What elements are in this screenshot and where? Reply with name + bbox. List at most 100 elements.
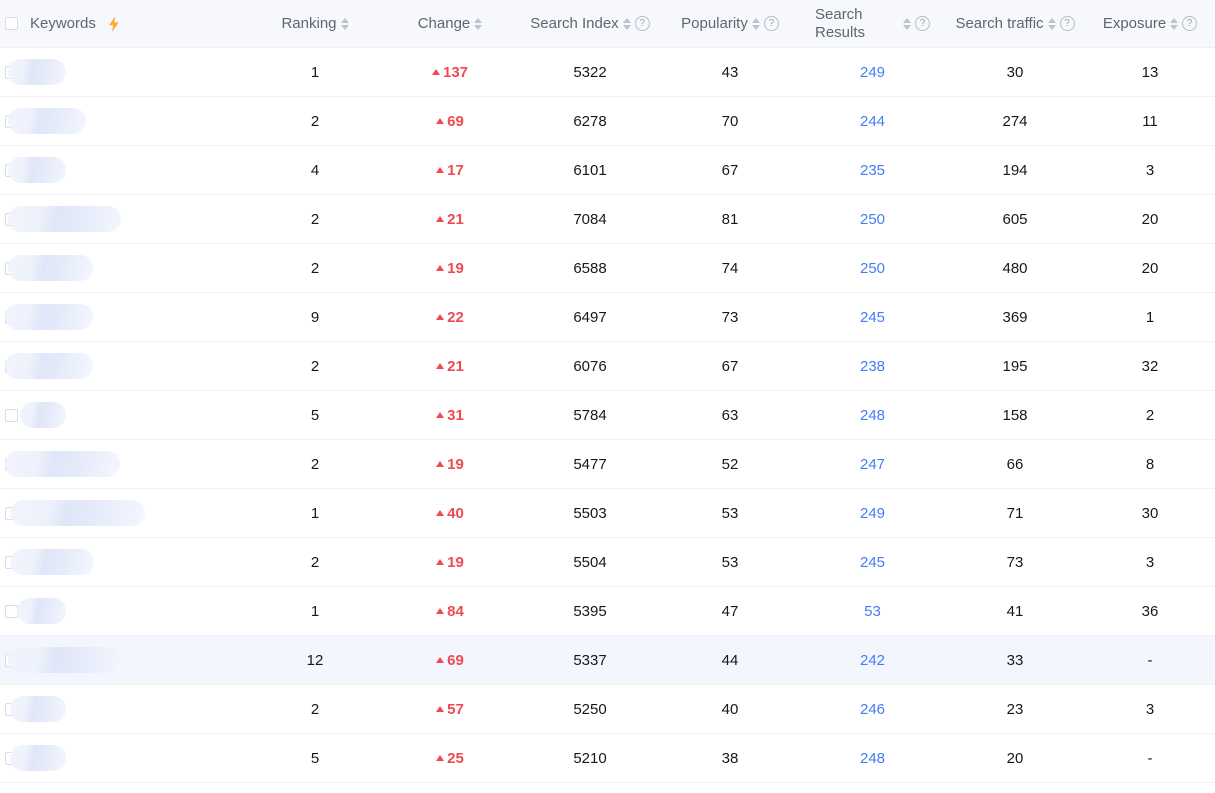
change-cell: 69: [380, 636, 520, 684]
search-results-link[interactable]: 238: [860, 358, 885, 375]
redacted-keyword[interactable]: [5, 353, 93, 379]
redacted-keyword[interactable]: [10, 500, 145, 526]
search-results-link[interactable]: 245: [860, 309, 885, 326]
sort-icon[interactable]: [903, 18, 911, 30]
search-results-cell: 249: [800, 48, 945, 96]
search-results-link[interactable]: 248: [860, 407, 885, 424]
change-cell: 25: [380, 734, 520, 782]
help-icon[interactable]: ?: [635, 16, 650, 31]
search-results-link[interactable]: 242: [860, 652, 885, 669]
search-results-link[interactable]: 250: [860, 211, 885, 228]
keyword-cell: [0, 244, 250, 292]
redacted-keyword[interactable]: [10, 745, 66, 771]
search-index-cell: 6278: [520, 97, 660, 145]
up-arrow-icon: [436, 412, 444, 418]
up-arrow-icon: [436, 216, 444, 222]
search-traffic-cell: 73: [945, 538, 1085, 586]
exposure-cell: 3: [1085, 146, 1215, 194]
column-header-exposure[interactable]: Exposure ?: [1085, 0, 1215, 47]
change-cell: 21: [380, 342, 520, 390]
search-results-link[interactable]: 53: [864, 603, 881, 620]
help-icon[interactable]: ?: [764, 16, 779, 31]
column-label-search-results: Search Results: [815, 6, 877, 41]
table-row: 2 21 6076 67 238 195 32: [0, 342, 1215, 391]
popularity-cell: 52: [660, 440, 800, 488]
ranking-cell: 1: [250, 489, 380, 537]
keyword-cell: [0, 146, 250, 194]
keyword-cell: [0, 195, 250, 243]
search-results-cell: 248: [800, 734, 945, 782]
popularity-cell: 74: [660, 244, 800, 292]
column-header-search-traffic[interactable]: Search traffic ?: [945, 0, 1085, 47]
row-checkbox[interactable]: [5, 409, 18, 422]
search-results-link[interactable]: 235: [860, 162, 885, 179]
lightning-icon[interactable]: [108, 16, 120, 32]
table-header: Keywords Ranking Change Search Index ? P…: [0, 0, 1215, 48]
redacted-keyword[interactable]: [20, 402, 66, 428]
keyword-cell: [0, 538, 250, 586]
column-header-ranking[interactable]: Ranking: [250, 0, 380, 47]
sort-icon[interactable]: [474, 18, 482, 30]
redacted-keyword[interactable]: [10, 696, 66, 722]
help-icon[interactable]: ?: [915, 16, 930, 31]
exposure-cell: 1: [1085, 293, 1215, 341]
search-traffic-cell: 23: [945, 685, 1085, 733]
ranking-cell: 5: [250, 391, 380, 439]
redacted-keyword[interactable]: [5, 451, 120, 477]
search-results-link[interactable]: 249: [860, 64, 885, 81]
select-all-checkbox[interactable]: [5, 17, 18, 30]
sort-icon[interactable]: [1170, 18, 1178, 30]
up-arrow-icon: [436, 314, 444, 320]
redacted-keyword[interactable]: [10, 549, 94, 575]
search-results-link[interactable]: 249: [860, 505, 885, 522]
column-label-exposure: Exposure: [1103, 15, 1166, 32]
search-traffic-cell: 369: [945, 293, 1085, 341]
popularity-cell: 67: [660, 146, 800, 194]
ranking-cell: 2: [250, 97, 380, 145]
table-row: 1 137 5322 43 249 30 13: [0, 48, 1215, 97]
search-results-cell: 248: [800, 391, 945, 439]
change-cell: 19: [380, 244, 520, 292]
search-results-link[interactable]: 250: [860, 260, 885, 277]
search-results-link[interactable]: 246: [860, 701, 885, 718]
up-arrow-icon: [436, 363, 444, 369]
popularity-cell: 70: [660, 97, 800, 145]
exposure-cell: 11: [1085, 97, 1215, 145]
sort-icon[interactable]: [752, 18, 760, 30]
redacted-keyword[interactable]: [8, 647, 120, 673]
exposure-cell: -: [1085, 636, 1215, 684]
search-traffic-cell: 274: [945, 97, 1085, 145]
redacted-keyword[interactable]: [8, 206, 121, 232]
up-arrow-icon: [432, 69, 440, 75]
search-results-link[interactable]: 245: [860, 554, 885, 571]
redacted-keyword[interactable]: [8, 108, 86, 134]
help-icon[interactable]: ?: [1060, 16, 1075, 31]
up-arrow-icon: [436, 706, 444, 712]
exposure-cell: 3: [1085, 538, 1215, 586]
ranking-cell: 1: [250, 587, 380, 635]
search-results-link[interactable]: 244: [860, 113, 885, 130]
ranking-cell: 2: [250, 538, 380, 586]
search-results-link[interactable]: 248: [860, 750, 885, 767]
table-row: 2 69 6278 70 244 274 11: [0, 97, 1215, 146]
redacted-keyword[interactable]: [8, 59, 66, 85]
sort-icon[interactable]: [341, 18, 349, 30]
sort-icon[interactable]: [623, 18, 631, 30]
redacted-keyword[interactable]: [17, 598, 66, 624]
redacted-keyword[interactable]: [8, 255, 93, 281]
change-cell: 17: [380, 146, 520, 194]
column-header-popularity[interactable]: Popularity ?: [660, 0, 800, 47]
exposure-cell: 8: [1085, 440, 1215, 488]
redacted-keyword[interactable]: [8, 157, 66, 183]
keyword-cell: [0, 587, 250, 635]
column-header-change[interactable]: Change: [380, 0, 520, 47]
table-row: 1 84 5395 47 53 41 36: [0, 587, 1215, 636]
redacted-keyword[interactable]: [5, 304, 93, 330]
help-icon[interactable]: ?: [1182, 16, 1197, 31]
column-header-search-index[interactable]: Search Index ?: [520, 0, 660, 47]
exposure-cell: 20: [1085, 195, 1215, 243]
sort-icon[interactable]: [1048, 18, 1056, 30]
column-header-search-results[interactable]: Search Results ?: [800, 0, 945, 47]
search-results-link[interactable]: 247: [860, 456, 885, 473]
table-row: 4 17 6101 67 235 194 3: [0, 146, 1215, 195]
